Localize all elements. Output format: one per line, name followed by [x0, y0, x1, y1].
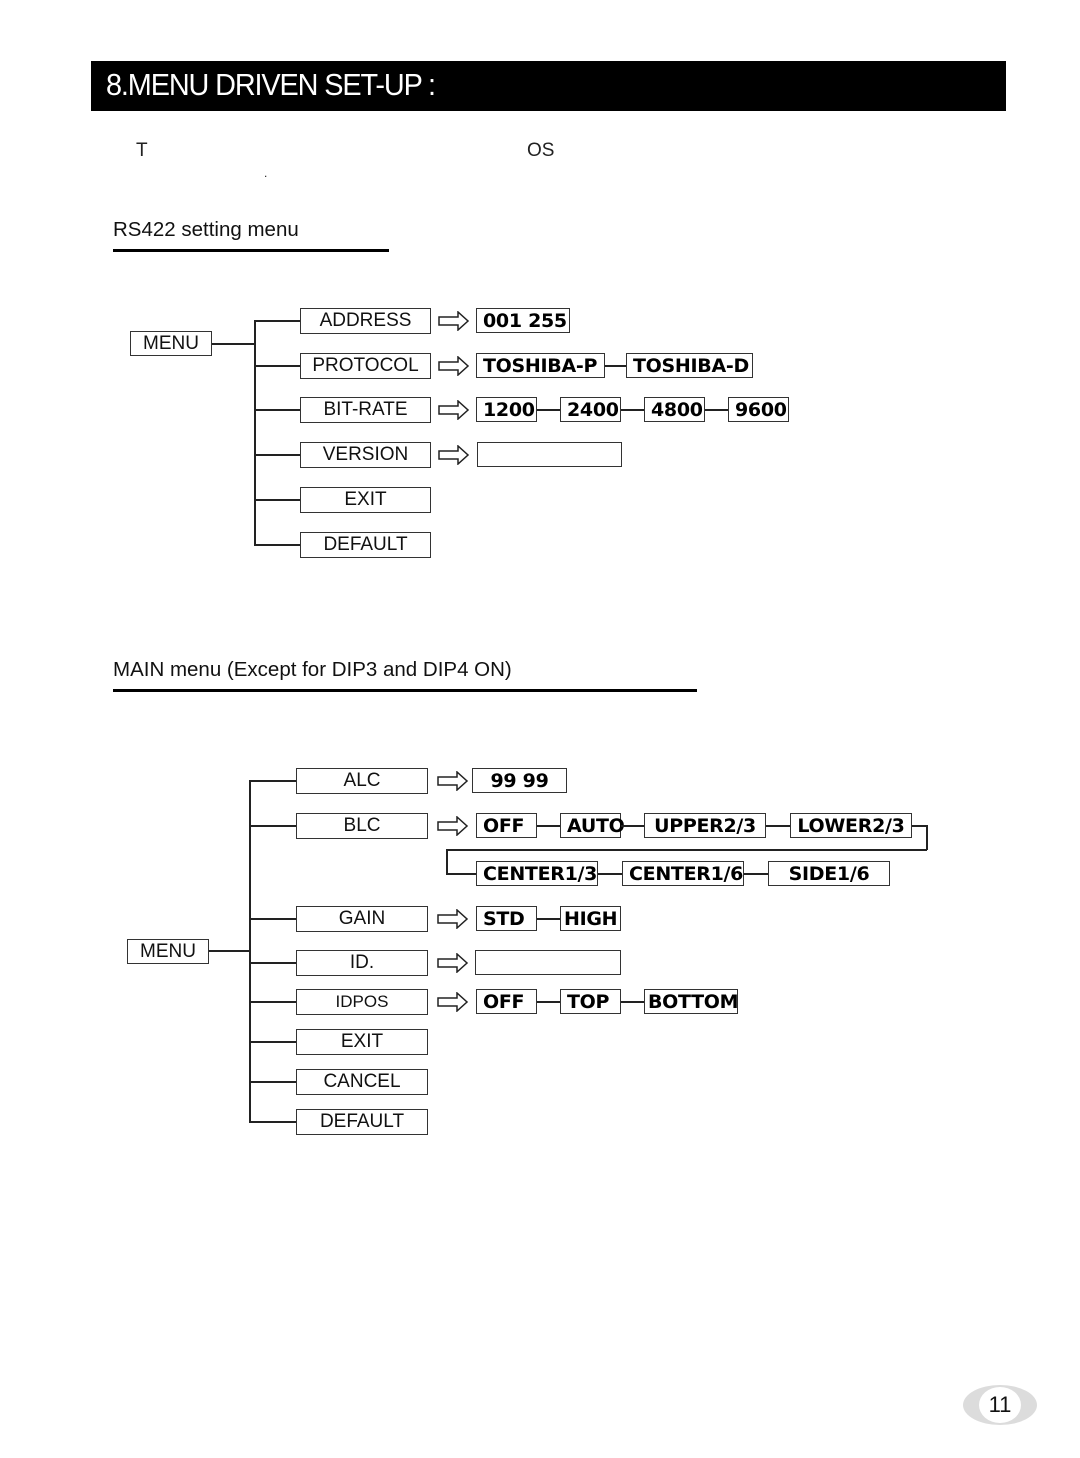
main-item-gain[interactable]: GAIN	[296, 906, 428, 932]
rs422-item-version[interactable]: VERSION	[300, 442, 431, 468]
right-arrow-icon	[437, 992, 469, 1012]
gain-option-high[interactable]: HIGH	[560, 906, 621, 931]
page-number: 11	[979, 1387, 1021, 1423]
option-connector	[912, 825, 927, 827]
right-arrow-icon	[437, 816, 469, 836]
main-menu-root[interactable]: MENU	[127, 939, 209, 964]
tree-branch	[249, 780, 296, 782]
rs422-section-title: RS422 setting menu	[113, 218, 299, 241]
main-item-idpos[interactable]: IDPOS	[296, 989, 428, 1015]
protocol-option-toshiba-p[interactable]: TOSHIBA-P	[476, 353, 605, 378]
main-item-cancel[interactable]: CANCEL	[296, 1069, 428, 1095]
option-connector	[537, 918, 560, 920]
protocol-option-toshiba-d[interactable]: TOSHIBA-D	[626, 353, 753, 378]
main-item-exit[interactable]: EXIT	[296, 1029, 428, 1055]
section-title-heading: 8.MENU DRIVEN SET-UP :	[106, 67, 436, 102]
tree-connector	[208, 950, 250, 952]
main-section-title: MAIN menu (Except for DIP3 and DIP4 ON)	[113, 658, 512, 681]
intro-text-fragment: T	[136, 140, 148, 161]
tree-branch	[254, 499, 300, 501]
option-connector	[446, 849, 448, 874]
right-arrow-icon	[437, 771, 469, 791]
option-connector	[598, 873, 622, 875]
idpos-option-off[interactable]: OFF	[476, 989, 537, 1014]
tree-branch	[254, 454, 300, 456]
option-connector	[605, 365, 626, 367]
option-connector	[621, 825, 644, 827]
option-connector	[446, 873, 476, 875]
main-title-underline	[113, 689, 697, 692]
tree-branch	[249, 962, 296, 964]
page-number-badge: 11	[963, 1385, 1037, 1425]
tree-branch	[249, 1001, 296, 1003]
blc-option-center-1-6[interactable]: CENTER1/6	[622, 861, 744, 886]
rs422-item-protocol[interactable]: PROTOCOL	[300, 353, 431, 379]
tree-trunk	[249, 780, 251, 1122]
tree-branch	[249, 825, 296, 827]
right-arrow-icon	[438, 400, 470, 420]
rs422-item-exit[interactable]: EXIT	[300, 487, 431, 513]
option-connector	[537, 409, 560, 411]
right-arrow-icon	[438, 445, 470, 465]
option-connector	[744, 873, 768, 875]
alc-range-value: 99 99	[472, 768, 567, 793]
option-connector	[537, 1001, 560, 1003]
blc-option-upper-2-3[interactable]: UPPER2/3	[644, 813, 766, 838]
gain-option-std[interactable]: STD	[476, 906, 537, 931]
bitrate-option-2400[interactable]: 2400	[560, 397, 621, 422]
option-connector	[537, 825, 560, 827]
idpos-option-top[interactable]: TOP	[560, 989, 621, 1014]
tree-connector	[212, 343, 255, 345]
blc-option-auto[interactable]: AUTO	[560, 813, 625, 838]
version-value-field	[477, 442, 622, 467]
blc-option-center-1-3[interactable]: CENTER1/3	[476, 861, 598, 886]
bitrate-option-1200[interactable]: 1200	[476, 397, 537, 422]
intro-text-fragment: OS	[527, 140, 555, 161]
tree-branch	[249, 918, 296, 920]
rs422-title-underline	[113, 249, 389, 252]
option-connector	[766, 825, 790, 827]
tree-branch	[254, 409, 300, 411]
tree-branch	[249, 1041, 296, 1043]
option-connector	[446, 849, 927, 851]
tree-trunk	[254, 320, 256, 545]
right-arrow-icon	[437, 953, 469, 973]
bitrate-option-4800[interactable]: 4800	[644, 397, 705, 422]
tree-branch	[249, 1081, 296, 1083]
main-item-default[interactable]: DEFAULT	[296, 1109, 428, 1135]
option-connector	[705, 409, 728, 411]
blc-option-lower-2-3[interactable]: LOWER2/3	[790, 813, 912, 838]
right-arrow-icon	[438, 311, 470, 331]
id-value-field[interactable]	[475, 950, 621, 975]
tree-branch	[254, 320, 300, 322]
section-header-bar: 8.MENU DRIVEN SET-UP :	[91, 61, 1006, 111]
rs422-menu-root[interactable]: MENU	[130, 331, 212, 356]
rs422-item-bit-rate[interactable]: BIT-RATE	[300, 397, 431, 423]
address-range-value: 001 255	[476, 308, 570, 333]
bitrate-option-9600[interactable]: 9600	[728, 397, 789, 422]
main-item-id[interactable]: ID.	[296, 950, 428, 976]
rs422-item-default[interactable]: DEFAULT	[300, 532, 431, 558]
option-connector	[621, 409, 644, 411]
blc-option-side-1-6[interactable]: SIDE1/6	[768, 861, 890, 886]
tree-branch	[254, 544, 300, 546]
right-arrow-icon	[437, 909, 469, 929]
main-item-alc[interactable]: ALC	[296, 768, 428, 794]
rs422-item-address[interactable]: ADDRESS	[300, 308, 431, 334]
right-arrow-icon	[438, 356, 470, 376]
option-connector	[621, 1001, 644, 1003]
tree-branch	[254, 365, 300, 367]
blc-option-off[interactable]: OFF	[476, 813, 537, 838]
main-item-blc[interactable]: BLC	[296, 813, 428, 839]
tree-branch	[249, 1121, 296, 1123]
intro-text-fragment: .	[264, 166, 268, 180]
idpos-option-bottom[interactable]: BOTTOM	[644, 989, 739, 1014]
option-connector	[926, 825, 928, 850]
